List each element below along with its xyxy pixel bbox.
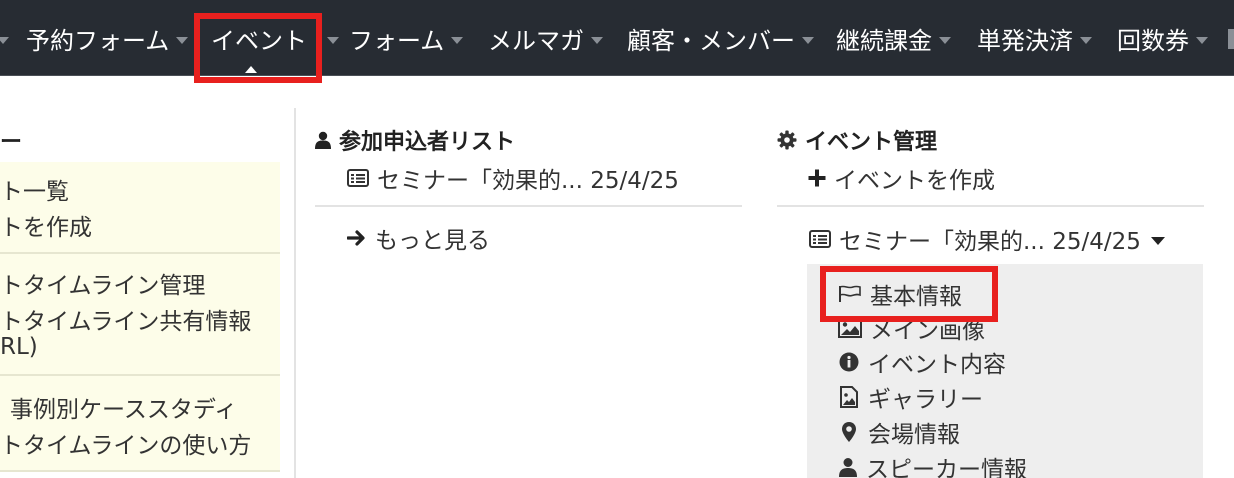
plus-icon	[808, 169, 826, 187]
submenu-item-label: メイン画像	[870, 318, 985, 344]
user-icon	[838, 457, 858, 477]
chevron-down-icon	[1196, 36, 1208, 44]
active-tab-pointer	[245, 66, 257, 73]
left-link-continuation[interactable]: RL)	[0, 334, 38, 360]
participants-event-label: セミナー「効果的... 25/4/25	[377, 168, 679, 194]
left-group-2: トタイムライン管理 トタイムライン共有情報 RL)	[0, 254, 280, 376]
nav-item-label: 回数券	[1117, 26, 1189, 55]
nav-overflow-indicator	[1228, 0, 1234, 75]
nav-item-coupon-tickets[interactable]: 回数券	[1117, 0, 1208, 75]
user-icon	[315, 131, 331, 149]
list-icon	[347, 169, 369, 187]
arrow-right-icon	[347, 229, 367, 247]
left-link[interactable]: ト一覧	[0, 172, 69, 206]
managed-event-label: セミナー「効果的... 25/4/25	[839, 229, 1141, 255]
chevron-down-icon	[451, 36, 464, 44]
submenu-item-gallery[interactable]: ギャラリー	[838, 380, 983, 414]
left-group-3: 事例別ケーススタディ トタイムラインの使い方	[0, 376, 280, 472]
image-file-icon	[838, 386, 860, 408]
nav-item-label: 予約フォーム	[26, 26, 170, 55]
info-icon	[838, 352, 860, 372]
nav-item-label: イベント	[211, 26, 307, 55]
chevron-down-icon	[327, 36, 339, 44]
submenu-item-label: スピーカー情報	[866, 457, 1027, 478]
submenu-item-event-content[interactable]: イベント内容	[838, 345, 1006, 379]
picture-icon	[838, 318, 862, 338]
chevron-down-icon	[176, 36, 189, 44]
top-nav: 予約フォーム イベント フォーム メルマガ 顧客・メンバー 継続課金 単発決済 …	[0, 0, 1234, 76]
nav-item-single-payment[interactable]: 単発決済	[977, 0, 1092, 75]
nav-item-label: メルマガ	[488, 26, 584, 55]
left-group-1: ト一覧 トを作成	[0, 162, 280, 254]
event-management-heading-text: イベント管理	[805, 130, 938, 155]
chevron-down-icon	[939, 36, 951, 44]
submenu-item-speaker-info[interactable]: スピーカー情報	[838, 450, 1027, 478]
nav-overflow-caret-left	[0, 0, 9, 75]
gear-icon	[777, 130, 797, 150]
nav-item-label: 継続課金	[836, 26, 932, 55]
managed-event-dropdown[interactable]: セミナー「効果的... 25/4/25	[809, 222, 1165, 256]
create-event-label: イベントを作成	[834, 168, 995, 194]
submenu-item-label: ギャラリー	[868, 387, 983, 413]
left-link[interactable]: トタイムライン共有情報	[0, 302, 251, 336]
left-column-heading: ー	[0, 124, 22, 156]
nav-item-customers-members[interactable]: 顧客・メンバー	[627, 0, 814, 75]
submenu-item-label: イベント内容	[868, 352, 1006, 378]
nav-item-label: 顧客・メンバー	[627, 26, 795, 55]
left-link[interactable]: トタイムラインの使い方	[0, 426, 251, 460]
participants-heading: 参加申込者リスト	[315, 124, 515, 156]
participants-heading-text: 参加申込者リスト	[339, 130, 516, 155]
nav-item-mail-magazine[interactable]: メルマガ	[488, 0, 603, 75]
more-link[interactable]: もっと見る	[347, 221, 490, 255]
submenu-item-label: 基本情報	[870, 284, 962, 310]
submenu-item-label: 会場情報	[868, 422, 960, 448]
submenu-item-basic-info[interactable]: 基本情報	[838, 277, 962, 311]
nav-item-label: 単発決済	[977, 26, 1073, 55]
map-marker-icon	[838, 421, 860, 443]
more-link-label: もっと見る	[375, 228, 490, 254]
right-separator	[777, 205, 1204, 207]
chevron-down-icon	[1080, 36, 1092, 44]
left-link[interactable]: トタイムライン管理	[0, 266, 205, 300]
column-divider	[294, 108, 296, 478]
participants-event-item[interactable]: セミナー「効果的... 25/4/25	[347, 161, 679, 195]
chevron-down-icon	[802, 36, 814, 44]
left-link[interactable]: トを作成	[0, 208, 92, 242]
nav-item-form[interactable]: フォーム	[349, 0, 464, 75]
nav-item-label: フォーム	[349, 26, 445, 55]
middle-separator	[315, 205, 742, 207]
chevron-down-icon	[591, 36, 603, 44]
submenu-item-main-image[interactable]: メイン画像	[838, 311, 985, 345]
left-heading-text: ー	[0, 130, 23, 155]
list-icon	[809, 230, 831, 248]
event-management-heading: イベント管理	[777, 124, 937, 156]
left-link[interactable]: 事例別ケーススタディ	[10, 390, 237, 424]
create-event-link[interactable]: イベントを作成	[808, 161, 995, 195]
submenu-item-venue-info[interactable]: 会場情報	[838, 415, 960, 449]
caret-down-icon	[1150, 236, 1165, 245]
nav-item-subscription[interactable]: 継続課金	[836, 0, 951, 75]
nav-item-reservation-form[interactable]: 予約フォーム	[26, 0, 189, 75]
nav-item-event[interactable]: イベント	[211, 0, 339, 75]
flag-icon	[838, 285, 862, 303]
